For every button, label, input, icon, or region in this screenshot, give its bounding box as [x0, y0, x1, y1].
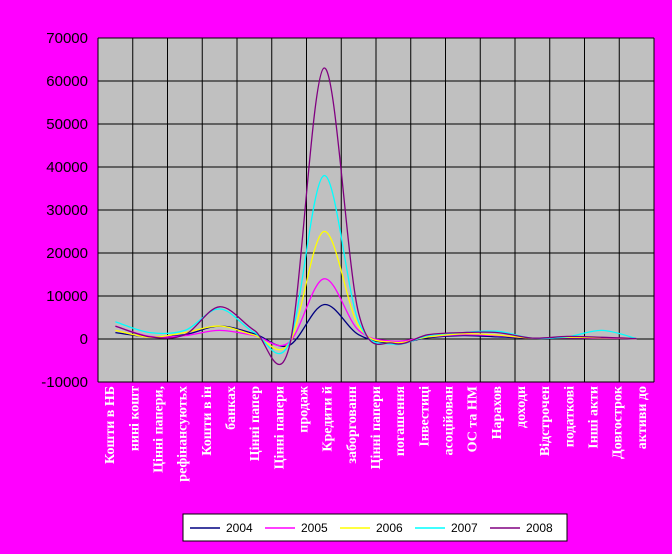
x-tick-label: банках: [224, 386, 239, 430]
x-tick-label: Кредити й: [321, 386, 336, 452]
legend-label-2008: 2008: [526, 521, 553, 535]
legend: 2004 2005 2006 2007 2008: [182, 513, 568, 542]
x-tick-label: ОС та НМ: [466, 386, 481, 452]
x-tick-label: Відстрочен: [538, 386, 553, 456]
y-tick-label: 10000: [46, 288, 88, 305]
x-tick-label: асоційован: [442, 386, 457, 456]
x-tick-label: Цінні папери: [272, 386, 287, 469]
line-chart: -10000 0 10000 20000 30000 40000 50000 60000 700…: [41, 30, 655, 542]
x-tick-label: нині кошт: [127, 386, 142, 451]
y-tick-label: 20000: [46, 245, 88, 262]
y-axis-ticks: -10000 0 10000 20000 30000 40000 50000 60000 700…: [41, 30, 88, 391]
x-tick-label: продаж: [296, 385, 311, 433]
x-tick-label: рефінансуютьх: [176, 386, 191, 482]
x-tick-label: Довгострок: [611, 385, 626, 459]
x-tick-label: Інвестиці: [417, 386, 432, 447]
legend-label-2006: 2006: [376, 521, 403, 535]
legend-label-2004: 2004: [226, 521, 253, 535]
y-tick-label: -10000: [41, 374, 88, 391]
x-tick-label: Нарахов: [490, 386, 505, 440]
y-tick-label: 0: [80, 331, 88, 348]
x-tick-label: Кошти в НБ: [103, 386, 118, 464]
legend-label-2007: 2007: [451, 521, 478, 535]
y-tick-label: 40000: [46, 159, 88, 176]
x-tick-label: заборгованн: [345, 386, 360, 464]
x-tick-label: Цінні папери: [369, 386, 384, 469]
x-tick-label: Інші акти: [587, 386, 602, 449]
y-tick-label: 60000: [46, 73, 88, 90]
x-tick-label: Кошти в ін: [200, 386, 215, 456]
x-tick-label: доходи: [514, 386, 529, 428]
x-axis-ticks: Кошти в НБ нині кошт Цінні папери, рефінанс…: [103, 385, 650, 482]
legend-label-2005: 2005: [301, 521, 328, 535]
chart-figure: -10000 0 10000 20000 30000 40000 50000 60000 700…: [0, 0, 672, 554]
x-tick-label: погашення: [393, 386, 408, 457]
y-tick-label: 70000: [46, 30, 88, 47]
y-tick-label: 30000: [46, 202, 88, 219]
x-tick-label: активи до: [635, 386, 650, 449]
x-tick-label: Цінні папери,: [151, 386, 166, 473]
y-tick-label: 50000: [46, 116, 88, 133]
x-tick-label: податкові: [562, 386, 577, 447]
x-tick-label: Цінні папер: [248, 386, 263, 461]
